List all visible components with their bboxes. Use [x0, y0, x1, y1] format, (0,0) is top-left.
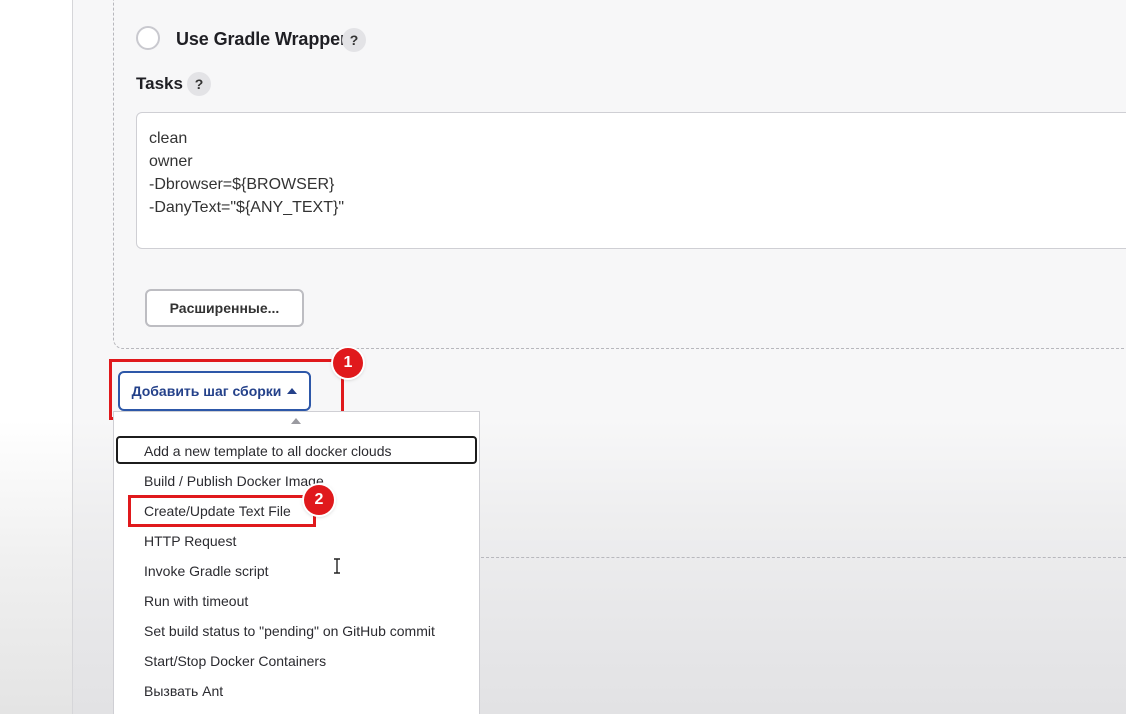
dropdown-item-docker-containers[interactable]: Start/Stop Docker Containers [144, 646, 326, 676]
section-divider [481, 557, 1126, 558]
dropdown-item-github-status[interactable]: Set build status to "pending" on GitHub … [144, 616, 435, 646]
dropdown-caret-icon [291, 418, 301, 424]
dropdown-item-gradle-script[interactable]: Invoke Gradle script [144, 556, 269, 586]
dropdown-item-http-request[interactable]: HTTP Request [144, 526, 236, 556]
dropdown-item-ant[interactable]: Вызвать Ant [144, 676, 223, 706]
step-marker-1: 1 [333, 348, 363, 378]
dropdown-focus-ring [116, 436, 477, 464]
build-step-dropdown: Add a new template to all docker clouds … [113, 431, 480, 714]
text-cursor-icon [334, 558, 340, 574]
use-gradle-wrapper-label: Use Gradle Wrapper [176, 29, 347, 49]
tasks-input[interactable]: clean owner -Dbrowser=${BROWSER} -DanyTe… [136, 112, 1126, 249]
tasks-label: Tasks [136, 74, 183, 93]
help-icon[interactable]: ? [342, 28, 366, 52]
help-icon[interactable]: ? [187, 72, 211, 96]
add-build-step-label: Добавить шаг сборки [131, 383, 282, 399]
caret-up-icon [287, 388, 298, 394]
dropdown-item-docker-image[interactable]: Build / Publish Docker Image [144, 466, 324, 496]
left-margin [0, 0, 73, 714]
step-marker-2: 2 [304, 485, 334, 515]
use-gradle-wrapper-radio[interactable] [136, 26, 160, 50]
dropdown-item-run-with-timeout[interactable]: Run with timeout [144, 586, 248, 616]
advanced-button[interactable]: Расширенные... [145, 289, 304, 327]
add-build-step-button[interactable]: Добавить шаг сборки [118, 371, 311, 411]
highlight-box-2 [128, 495, 316, 527]
